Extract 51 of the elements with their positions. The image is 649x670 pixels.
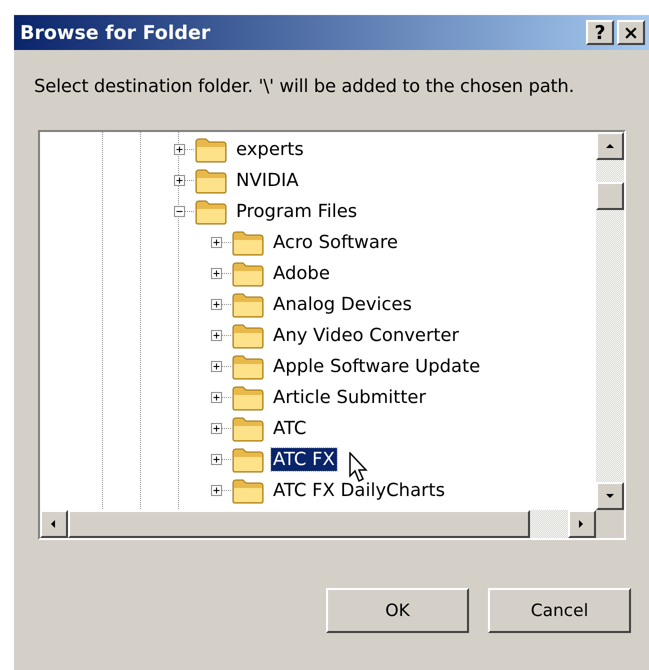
folder-name[interactable]: Analog Devices <box>271 293 414 316</box>
folder-name[interactable]: experts <box>234 138 306 161</box>
folder-name[interactable]: ATC FX <box>271 448 337 471</box>
folder-icon <box>231 416 265 442</box>
expand-icon[interactable] <box>211 454 222 465</box>
folder-name[interactable]: Any Video Converter <box>271 324 461 347</box>
folder-name[interactable]: NVIDIA <box>234 169 301 192</box>
expand-icon[interactable] <box>211 268 222 279</box>
expand-icon[interactable] <box>174 144 185 155</box>
scrollbar-corner <box>596 510 624 538</box>
folder-name[interactable]: ATC <box>271 417 308 440</box>
folder-name[interactable]: Article Submitter <box>271 386 428 409</box>
folder-icon <box>231 322 265 348</box>
expand-icon[interactable] <box>174 175 185 186</box>
folder-icon <box>194 168 228 194</box>
expand-icon[interactable] <box>211 423 222 434</box>
collapse-icon[interactable] <box>174 206 185 217</box>
cancel-button[interactable]: Cancel <box>488 588 631 633</box>
ok-button[interactable]: OK <box>326 588 469 633</box>
folder-icon <box>231 354 265 380</box>
scroll-up-button[interactable] <box>596 132 624 160</box>
expand-icon[interactable] <box>211 237 222 248</box>
folder-name[interactable]: Program Files <box>234 200 360 223</box>
folder-icon <box>231 230 265 256</box>
folder-icon <box>231 384 265 410</box>
scroll-left-button[interactable] <box>40 510 68 538</box>
folder-name[interactable]: Apple Software Update <box>271 355 482 378</box>
scroll-down-button[interactable] <box>596 482 624 510</box>
folder-name[interactable]: ATC FX DailyCharts <box>271 479 447 502</box>
expand-icon[interactable] <box>211 392 222 403</box>
close-button[interactable]: × <box>617 20 645 45</box>
triangle-up-icon <box>604 141 616 151</box>
folder-icon <box>194 136 228 162</box>
scroll-thumb[interactable] <box>68 510 530 538</box>
expand-icon[interactable] <box>211 361 222 372</box>
scroll-right-button[interactable] <box>568 510 596 538</box>
expand-icon[interactable] <box>211 299 222 310</box>
folder-icon <box>231 446 265 472</box>
folder-icon <box>194 198 228 224</box>
help-button[interactable]: ? <box>586 20 614 45</box>
expand-icon[interactable] <box>211 330 222 341</box>
folder-name[interactable]: Adobe <box>271 262 332 285</box>
folder-name[interactable]: Acro Software <box>271 231 400 254</box>
scroll-thumb[interactable] <box>596 182 624 210</box>
folder-icon <box>231 260 265 286</box>
window-title: Browse for Folder <box>20 22 212 44</box>
folder-icon <box>231 478 265 504</box>
expand-icon[interactable] <box>211 485 222 496</box>
folder-icon <box>231 292 265 318</box>
instruction-text: Select destination folder. '\' will be added to the chosen path. <box>34 76 576 97</box>
triangle-down-icon <box>604 491 616 501</box>
